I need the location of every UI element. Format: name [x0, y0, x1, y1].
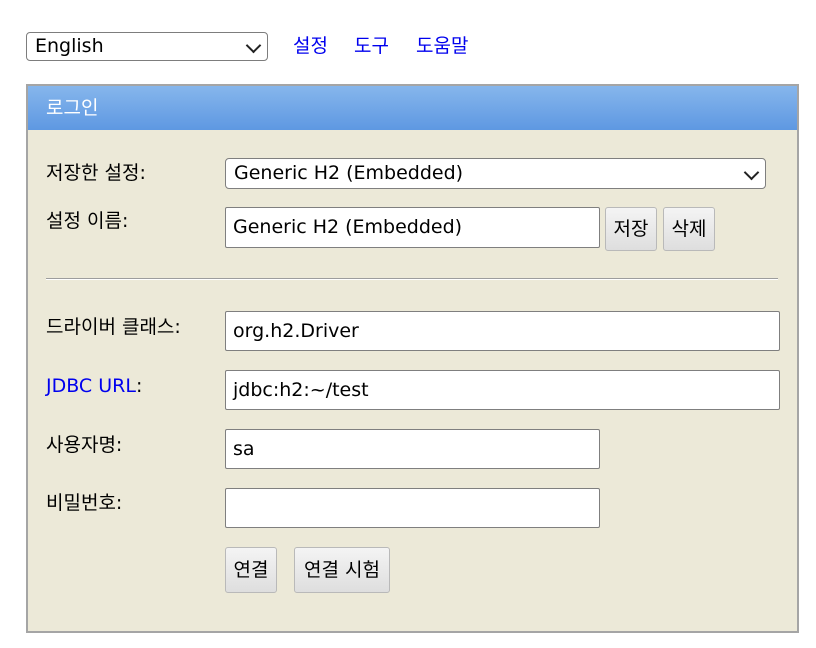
delete-button[interactable]: 삭제 [663, 207, 715, 251]
login-panel: 로그인 저장한 설정: Generic H2 (Embedded) 설정 이름:… [26, 84, 799, 633]
setting-name-label: 설정 이름: [46, 210, 129, 232]
settings-link[interactable]: 설정 [293, 33, 328, 59]
saved-settings-select[interactable]: Generic H2 (Embedded) [225, 158, 766, 189]
help-link[interactable]: 도움말 [416, 33, 468, 59]
driver-class-input[interactable]: org.h2.Driver [225, 311, 780, 351]
saved-settings-label: 저장한 설정: [46, 162, 146, 184]
jdbc-url-input[interactable]: jdbc:h2:~/test [225, 370, 780, 410]
language-select[interactable]: English [26, 32, 268, 61]
password-label: 비밀번호: [46, 492, 123, 514]
driver-class-label: 드라이버 클래스: [46, 316, 181, 338]
save-button[interactable]: 저장 [605, 207, 657, 251]
username-input[interactable]: sa [225, 429, 600, 469]
chevron-down-icon [245, 37, 262, 53]
test-connection-button[interactable]: 연결 시험 [294, 547, 390, 593]
setting-name-input[interactable]: Generic H2 (Embedded) [225, 207, 600, 248]
language-select-value: English [35, 35, 104, 57]
panel-title: 로그인 [28, 86, 797, 130]
tools-link[interactable]: 도구 [354, 33, 389, 59]
chevron-down-icon [743, 164, 760, 180]
jdbc-url-label-colon: : [135, 375, 143, 397]
username-label: 사용자명: [46, 434, 123, 456]
jdbc-url-help-link[interactable]: JDBC URL [46, 375, 136, 397]
divider [46, 278, 778, 280]
connect-button[interactable]: 연결 [225, 547, 277, 593]
password-input[interactable] [225, 488, 600, 528]
jdbc-url-label: JDBC URL: [46, 373, 142, 399]
saved-settings-value: Generic H2 (Embedded) [234, 162, 464, 184]
